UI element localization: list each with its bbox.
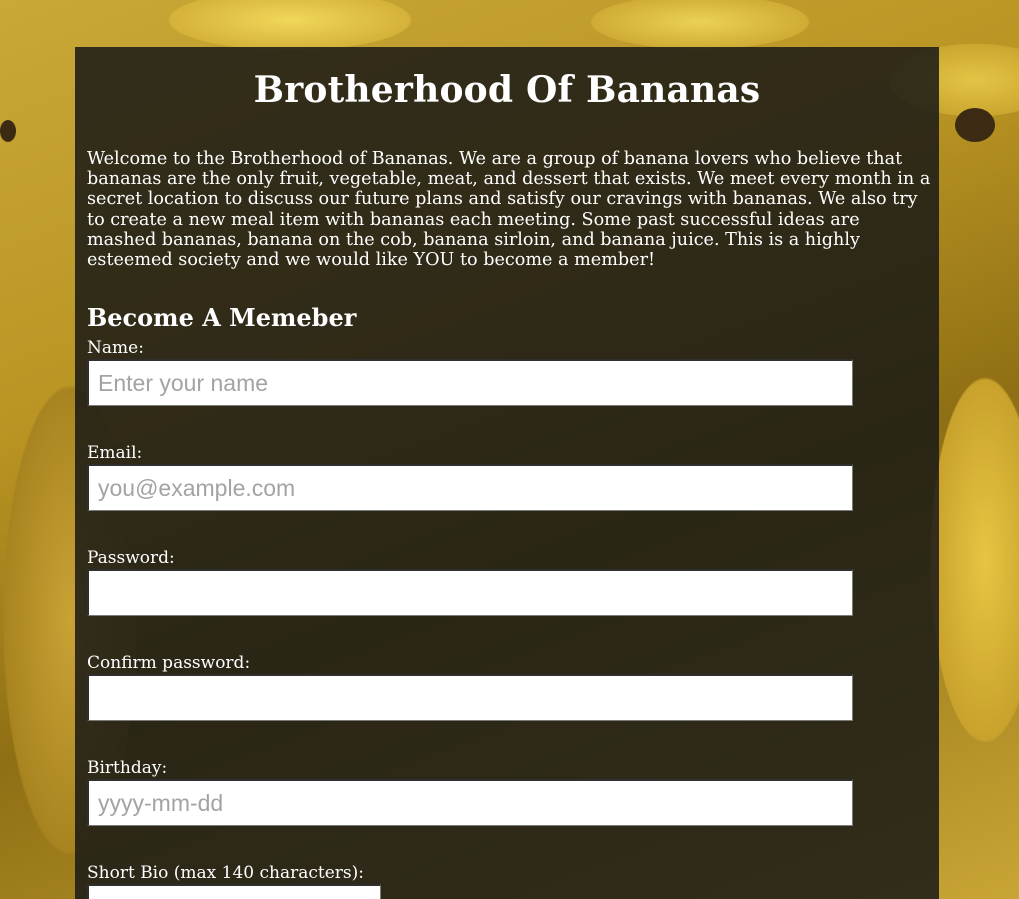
password-field-group: Password:	[87, 548, 927, 617]
name-input[interactable]	[87, 359, 853, 407]
signup-heading: Become A Memeber	[87, 303, 357, 333]
signup-form: Name: Email: Password: Confirm password:…	[87, 339, 927, 899]
password-label: Password:	[87, 548, 175, 569]
confirm-password-input[interactable]	[87, 674, 853, 722]
confirm-password-field-group: Confirm password:	[87, 653, 927, 722]
email-label: Email:	[87, 443, 143, 464]
bio-label: Short Bio (max 140 characters):	[87, 863, 364, 884]
intro-paragraph: Welcome to the Brotherhood of Bananas. W…	[87, 149, 931, 271]
banana-stem-mark	[0, 120, 16, 142]
confirm-password-label: Confirm password:	[87, 653, 251, 674]
page-title: Brotherhood Of Bananas	[253, 69, 761, 111]
bio-field-group: Short Bio (max 140 characters):	[87, 864, 927, 899]
name-label: Name:	[87, 338, 144, 359]
email-input[interactable]	[87, 464, 853, 512]
name-field-group: Name:	[87, 338, 927, 407]
birthday-label: Birthday:	[87, 758, 168, 779]
password-input[interactable]	[87, 569, 853, 617]
content-panel: Brotherhood Of Bananas Welcome to the Br…	[75, 47, 939, 899]
email-field-group: Email:	[87, 443, 927, 512]
birthday-field-group: Birthday:	[87, 758, 927, 827]
bio-textarea[interactable]	[87, 884, 381, 899]
birthday-input[interactable]	[87, 779, 853, 827]
banana-stem-mark	[955, 108, 995, 142]
